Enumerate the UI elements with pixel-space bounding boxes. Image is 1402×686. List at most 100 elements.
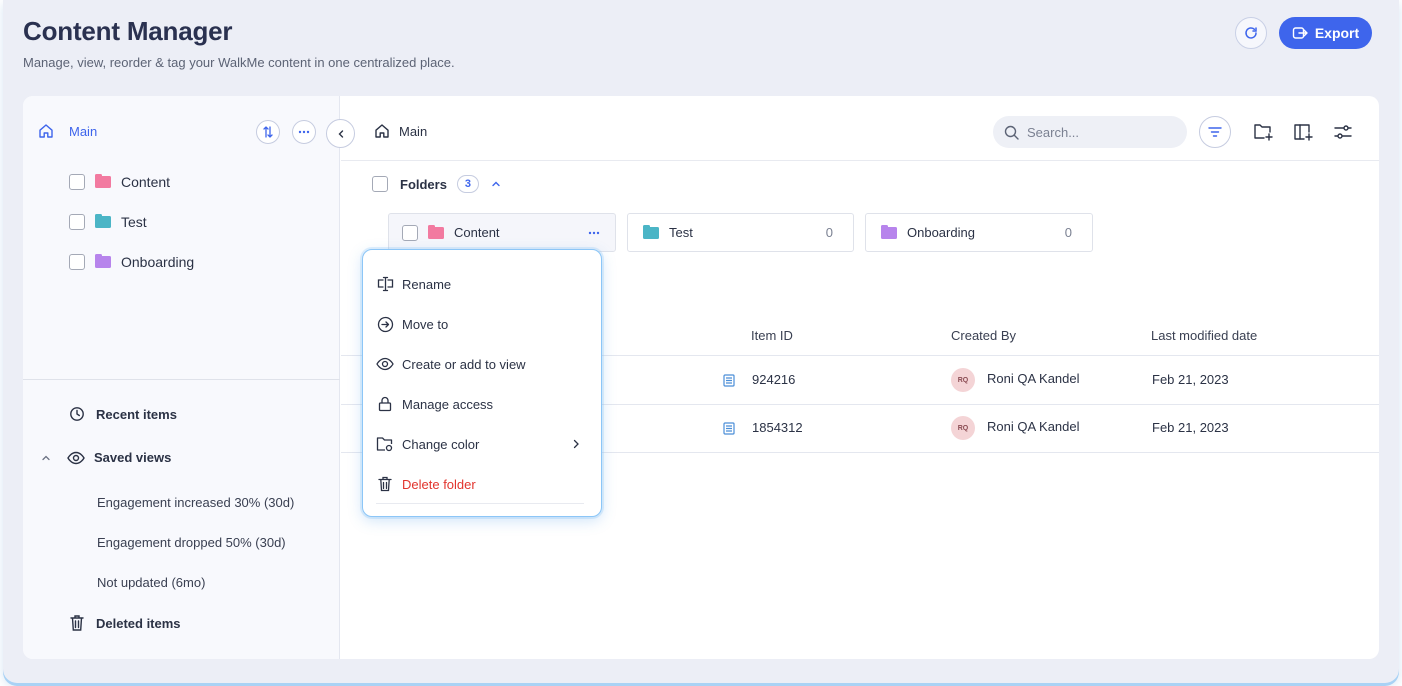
- menu-item-label: Rename: [402, 276, 452, 292]
- export-icon: [1292, 27, 1308, 39]
- chevron-up-icon[interactable]: [491, 179, 501, 189]
- column-item-id[interactable]: Item ID: [751, 328, 793, 343]
- sidebar-folder-onboarding[interactable]: Onboarding: [69, 254, 194, 270]
- content-card: Main Content Test Onboarding Recent item…: [23, 96, 1379, 659]
- main-toolbar: Main: [341, 96, 1379, 161]
- sidebar-folder-test[interactable]: Test: [69, 214, 147, 230]
- folder-icon: [428, 224, 444, 239]
- home-icon: [375, 124, 389, 138]
- search-input[interactable]: [1027, 124, 1167, 140]
- menu-item-label: Change color: [402, 436, 480, 452]
- settings-button[interactable]: [1332, 121, 1354, 143]
- new-item-button[interactable]: [1292, 121, 1314, 143]
- clock-icon: [70, 407, 84, 421]
- chevron-right-icon: [573, 439, 579, 449]
- folder-card-test[interactable]: Test 0: [627, 213, 854, 252]
- lock-icon: [376, 395, 394, 413]
- layout-plus-icon: [1294, 124, 1313, 141]
- folder-checkbox[interactable]: [69, 214, 85, 230]
- recent-items-label: Recent items: [96, 406, 177, 422]
- folder-label: Content: [121, 174, 171, 190]
- export-label: Export: [1314, 25, 1360, 41]
- search-box[interactable]: [993, 116, 1187, 148]
- menu-item-delete-folder[interactable]: Delete folder: [376, 469, 590, 499]
- item-id-cell: 1854312: [752, 420, 803, 435]
- menu-item-move-to[interactable]: Move to: [376, 309, 590, 339]
- deleted-items-label: Deleted items: [96, 615, 181, 631]
- content-manager-app: Content Manager Manage, view, reorder & …: [3, 0, 1399, 683]
- column-last-modified[interactable]: Last modified date: [1151, 328, 1257, 343]
- folder-context-menu: Rename Move to Create or add to view Man…: [362, 249, 602, 517]
- avatar: RQ: [951, 368, 975, 392]
- breadcrumb[interactable]: Main: [374, 123, 427, 139]
- sidebar-more-button[interactable]: [292, 120, 316, 144]
- menu-item-change-color[interactable]: Change color: [376, 429, 590, 459]
- menu-item-manage-access[interactable]: Manage access: [376, 389, 590, 419]
- folder-more-button[interactable]: [583, 223, 605, 243]
- sidebar-folder-content[interactable]: Content: [69, 174, 170, 190]
- document-icon: [723, 422, 735, 435]
- folders-section-header: Folders 3: [372, 175, 501, 193]
- folder-tree: Main Content Test Onboarding: [23, 96, 340, 380]
- menu-item-label: Manage access: [402, 396, 494, 412]
- eye-icon: [376, 355, 394, 373]
- select-all-folders-checkbox[interactable]: [372, 176, 388, 192]
- sidebar-item-deleted[interactable]: Deleted items: [69, 614, 181, 632]
- modified-date-cell: Feb 21, 2023: [1152, 420, 1229, 435]
- created-by-cell: Roni QA Kandel: [987, 419, 1080, 434]
- search-icon: [1004, 125, 1019, 140]
- page-title: Content Manager: [23, 16, 233, 46]
- page-subtitle: Manage, view, reorder & tag your WalkMe …: [23, 55, 455, 70]
- folder-item-count: 0: [1064, 225, 1072, 240]
- refresh-button[interactable]: [1235, 17, 1267, 49]
- column-created-by[interactable]: Created By: [951, 328, 1016, 343]
- saved-view-item[interactable]: Engagement increased 30% (30d): [97, 495, 294, 510]
- home-icon: [39, 124, 53, 138]
- saved-view-item[interactable]: Engagement dropped 50% (30d): [97, 535, 286, 550]
- menu-item-label: Delete folder: [402, 476, 476, 492]
- chevron-up-icon: [42, 455, 50, 460]
- color-folder-icon: [376, 435, 394, 453]
- folder-icon: [95, 254, 111, 268]
- trash-icon: [376, 475, 394, 493]
- export-button[interactable]: Export: [1279, 17, 1372, 49]
- more-horizontal-icon: [588, 231, 600, 235]
- folder-checkbox[interactable]: [69, 174, 85, 190]
- menu-item-create-view[interactable]: Create or add to view: [376, 349, 590, 379]
- folder-card-content[interactable]: Content: [388, 213, 616, 252]
- more-horizontal-icon: [298, 130, 310, 134]
- saved-views-label: Saved views: [94, 450, 172, 465]
- sidebar-item-saved-views[interactable]: Saved views: [41, 450, 171, 465]
- new-folder-button[interactable]: [1252, 121, 1274, 143]
- document-icon: [723, 374, 735, 387]
- menu-item-label: Move to: [402, 316, 449, 332]
- sort-button[interactable]: [256, 120, 280, 144]
- menu-item-label: Create or add to view: [402, 356, 526, 372]
- folder-name: Content: [454, 225, 500, 240]
- breadcrumb-label: Main: [399, 123, 428, 139]
- folders-count-badge: 3: [456, 175, 479, 193]
- sliders-icon: [1334, 125, 1352, 139]
- folder-plus-icon: [1254, 124, 1273, 141]
- folder-icon: [95, 214, 111, 228]
- filter-icon: [1208, 127, 1222, 137]
- folder-checkbox[interactable]: [69, 254, 85, 270]
- chevron-left-icon: [338, 129, 343, 138]
- folders-title: Folders: [400, 176, 447, 192]
- item-id-cell: 924216: [752, 372, 796, 387]
- filter-button[interactable]: [1199, 116, 1231, 148]
- folder-item-count: 0: [825, 225, 833, 240]
- menu-divider: [376, 503, 584, 504]
- sort-icon: [263, 126, 273, 138]
- modified-date-cell: Feb 21, 2023: [1152, 372, 1229, 387]
- sidebar-item-recent[interactable]: Recent items: [69, 406, 177, 422]
- collapse-sidebar-button[interactable]: [326, 119, 355, 148]
- sidebar-item-main[interactable]: Main: [38, 123, 97, 139]
- saved-view-item[interactable]: Not updated (6mo): [97, 575, 205, 590]
- created-by-cell: Roni QA Kandel: [987, 371, 1080, 386]
- folder-checkbox[interactable]: [402, 224, 418, 241]
- menu-item-rename[interactable]: Rename: [376, 269, 590, 299]
- folder-icon: [95, 174, 111, 188]
- rename-icon: [376, 275, 394, 293]
- folder-card-onboarding[interactable]: Onboarding 0: [865, 213, 1093, 252]
